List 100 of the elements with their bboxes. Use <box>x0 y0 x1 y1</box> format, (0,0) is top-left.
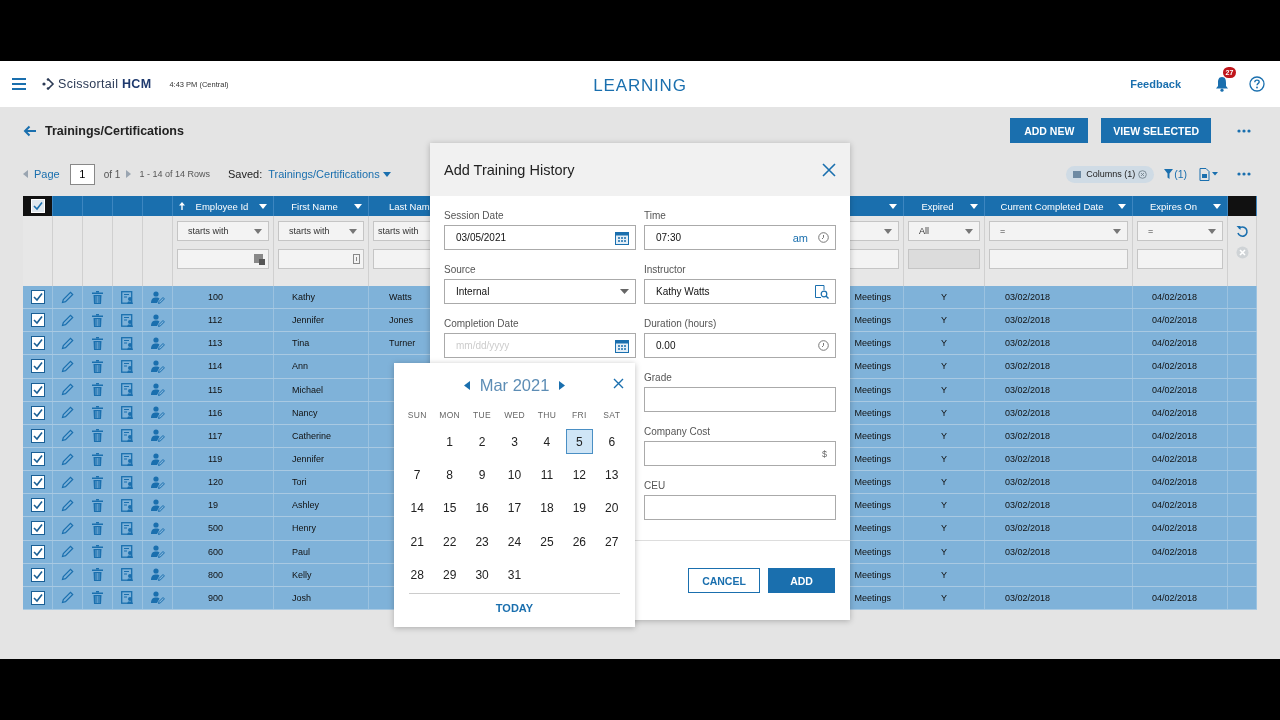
table-cell: Y <box>941 361 947 372</box>
field-label: Completion Date <box>444 318 520 329</box>
weekday-label: SUN <box>406 409 428 422</box>
table-cell: Josh <box>292 592 311 603</box>
table-cell: Meetings <box>854 592 891 603</box>
table-cell: Paul <box>292 546 310 557</box>
table-cell: 04/02/2018 <box>1152 384 1198 395</box>
table-cell: 03/02/2018 <box>1005 384 1051 395</box>
field-label: CEU <box>644 480 667 491</box>
table-cell: Jennifer <box>292 454 325 465</box>
weekday-label: WED <box>503 409 526 422</box>
table-cell: Watts <box>389 292 412 303</box>
page-label: Page <box>34 168 60 180</box>
table-cell: 03/02/2018 <box>1005 407 1051 418</box>
table-cell: 114 <box>208 361 223 372</box>
field-label: Time <box>644 210 667 221</box>
weekday-label: SAT <box>602 409 622 422</box>
table-cell: Y <box>941 338 947 349</box>
row-count: 1 - 14 of 14 Rows <box>139 169 210 179</box>
table-cell: Meetings <box>854 569 891 580</box>
table-cell: 03/02/2018 <box>1005 430 1051 441</box>
table-cell: Y <box>941 407 947 418</box>
table-cell: Kathy <box>292 292 315 303</box>
table-cell: 03/02/2018 <box>1005 546 1051 557</box>
table-cell: 03/02/2018 <box>1005 361 1051 372</box>
table-cell: Ann <box>292 361 308 372</box>
field-label: Grade <box>644 372 673 383</box>
table-cell: 03/02/2018 <box>1005 454 1051 465</box>
table-cell: Ashley <box>292 500 319 511</box>
table-cell: 03/02/2018 <box>1005 338 1051 349</box>
field-label: Company Cost <box>644 426 712 437</box>
table-cell: 03/02/2018 <box>1005 315 1051 326</box>
table-cell: 03/02/2018 <box>1005 592 1051 603</box>
table-cell: 04/02/2018 <box>1152 454 1198 465</box>
table-cell: 117 <box>208 430 223 441</box>
table-cell: 112 <box>208 315 223 326</box>
table-cell: 04/02/2018 <box>1152 407 1198 418</box>
table-cell: Meetings <box>854 500 891 511</box>
table-cell: 04/02/2018 <box>1152 292 1198 303</box>
app-logo-text: Scissortail HCM <box>58 77 152 91</box>
weekday-label: THU <box>536 409 558 422</box>
table-cell: Tina <box>292 338 310 349</box>
weekday-label: FRI <box>571 409 588 422</box>
table-cell: 600 <box>208 546 224 557</box>
table-cell: Meetings <box>854 407 891 418</box>
table-cell: Jones <box>389 315 414 326</box>
table-cell: 03/02/2018 <box>1005 292 1051 303</box>
table-cell: Meetings <box>854 454 891 465</box>
dialog-title: Add Training History <box>444 161 575 178</box>
table-cell: Tori <box>292 477 307 488</box>
table-cell: 04/02/2018 <box>1152 361 1198 372</box>
table-cell: 03/02/2018 <box>1005 523 1051 534</box>
saved-label: Saved: <box>227 168 263 180</box>
table-cell: 116 <box>208 407 223 418</box>
table-cell: Meetings <box>854 546 891 557</box>
table-cell: Jennifer <box>292 315 325 326</box>
table-cell: 04/02/2018 <box>1152 338 1198 349</box>
table-cell: 100 <box>208 292 224 303</box>
weekday-label: TUE <box>472 409 492 422</box>
table-cell: Meetings <box>854 315 891 326</box>
table-cell: Y <box>941 315 947 326</box>
table-cell: 120 <box>208 477 224 488</box>
table-cell: Turner <box>389 338 416 349</box>
table-cell: 500 <box>208 523 224 534</box>
table-cell: Meetings <box>854 292 891 303</box>
table-cell: Y <box>941 569 947 580</box>
table-cell: Nancy <box>292 407 318 418</box>
currency-symbol: $ <box>822 448 827 459</box>
table-cell: Catherine <box>292 430 332 441</box>
table-cell: Y <box>941 477 947 488</box>
table-cell: 113 <box>208 338 223 349</box>
table-cell: Meetings <box>854 338 891 349</box>
table-cell: Kelly <box>292 569 312 580</box>
table-cell: 04/02/2018 <box>1152 500 1198 511</box>
table-cell: Michael <box>292 384 323 395</box>
table-cell: 04/02/2018 <box>1152 315 1198 326</box>
table-cell: Meetings <box>854 430 891 441</box>
table-cell: Y <box>941 500 947 511</box>
table-cell: Y <box>941 592 947 603</box>
table-cell: Y <box>941 292 947 303</box>
table-cell: Y <box>941 430 947 441</box>
table-cell: 800 <box>208 569 224 580</box>
weekday-label: MON <box>438 409 461 422</box>
table-cell: 03/02/2018 <box>1005 500 1051 511</box>
table-cell: 115 <box>208 384 223 395</box>
field-label: Instructor <box>644 264 687 275</box>
table-cell: Meetings <box>854 384 891 395</box>
table-cell: Y <box>941 384 947 395</box>
table-cell: 119 <box>208 454 223 465</box>
table-cell: 04/02/2018 <box>1152 546 1198 557</box>
table-cell: Meetings <box>854 361 891 372</box>
table-cell: 04/02/2018 <box>1152 477 1198 488</box>
field-label: Duration (hours) <box>644 318 718 329</box>
table-cell: 04/02/2018 <box>1152 523 1198 534</box>
table-cell: Meetings <box>854 523 891 534</box>
table-cell: 900 <box>208 592 224 603</box>
field-label: Source <box>444 264 477 275</box>
table-cell: Henry <box>292 523 316 534</box>
table-cell: 03/02/2018 <box>1005 477 1051 488</box>
table-cell: Y <box>941 546 947 557</box>
